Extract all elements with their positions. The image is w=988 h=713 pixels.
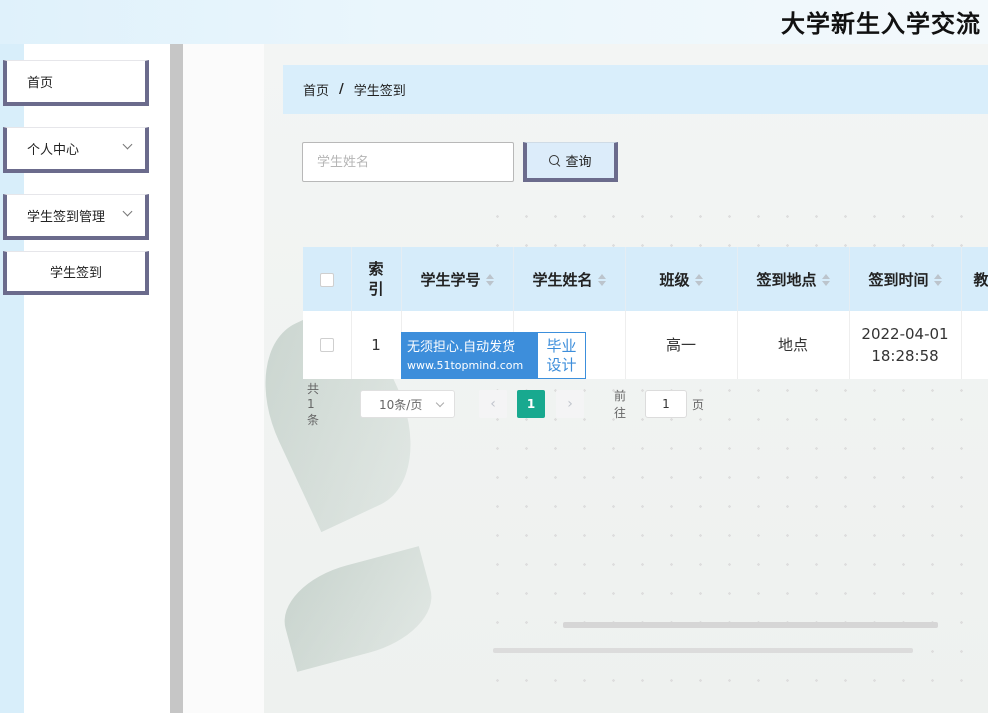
chevron-down-icon <box>122 139 133 150</box>
sidebar-item-label: 个人中心 <box>27 143 80 158</box>
chevron-down-icon <box>122 206 133 217</box>
search-button-label: 查询 <box>565 155 592 170</box>
sort-icon[interactable] <box>485 274 494 286</box>
sidebar-item-label: 首页 <box>27 76 54 91</box>
cell-class: 高一 <box>625 311 738 379</box>
app-title: 大学新生入学交流 <box>781 10 981 38</box>
background-shelf <box>563 622 938 628</box>
cell-truncated <box>961 311 988 379</box>
watermark-badge: 无须担心.自动发货 www.51topmind.com 毕业 设计 <box>401 332 586 379</box>
student-name-search-input[interactable] <box>302 142 514 182</box>
sidebar-item-student-checkin[interactable]: 学生签到 <box>3 251 149 295</box>
goto-suffix: 页 <box>692 397 705 412</box>
prev-page-button[interactable]: ‹ <box>479 390 507 418</box>
breadcrumb-current: 学生签到 <box>353 84 406 99</box>
goto-page-input[interactable]: 1 <box>645 390 687 418</box>
watermark-badge-line1: 毕业 <box>546 336 577 355</box>
breadcrumb: 首页 / 学生签到 <box>283 65 988 114</box>
cell-location: 地点 <box>737 311 850 379</box>
row-select-cell[interactable] <box>303 311 352 379</box>
select-all-checkbox[interactable] <box>319 272 334 287</box>
search-icon <box>549 155 560 166</box>
watermark-badge-line2: 设计 <box>546 355 577 374</box>
column-header-student-no[interactable]: 学生学号 <box>401 247 514 311</box>
cell-time-clock: 18:28:58 <box>871 346 939 365</box>
top-header: 大学新生入学交流 <box>0 0 988 44</box>
chevron-right-icon: › <box>567 396 573 412</box>
next-page-button[interactable]: › <box>556 390 584 418</box>
cell-time-date: 2022-04-01 <box>861 324 949 343</box>
column-header-class[interactable]: 班级 <box>625 247 738 311</box>
row-checkbox[interactable] <box>319 338 334 353</box>
sidebar-item-label: 学生签到管理 <box>27 210 106 225</box>
select-all-cell[interactable] <box>303 247 352 311</box>
cell-time: 2022-04-01 18:28:58 <box>849 311 962 379</box>
pagination-total: 共 1 条 <box>307 382 319 427</box>
sort-icon[interactable] <box>694 274 703 286</box>
sidebar-item-checkin-management[interactable]: 学生签到管理 <box>3 194 149 240</box>
breadcrumb-home[interactable]: 首页 <box>303 80 329 99</box>
watermark-text: 无须担心.自动发货 <box>407 339 516 355</box>
page-size-value: 10条/页 <box>379 397 423 412</box>
cell-index: 1 <box>351 311 402 379</box>
page-number-current[interactable]: 1 <box>517 390 545 418</box>
watermark-url: www.51topmind.com <box>407 358 524 372</box>
goto-prefix: 前往 <box>614 389 627 420</box>
sidebar-divider <box>170 44 183 713</box>
page-size-select[interactable]: 10条/页 <box>360 390 455 418</box>
chevron-left-icon: ‹ <box>490 396 496 412</box>
sort-icon[interactable] <box>821 274 830 286</box>
sidebar-item-home[interactable]: 首页 <box>3 60 149 106</box>
sort-icon[interactable] <box>597 274 606 286</box>
sidebar-item-personal-center[interactable]: 个人中心 <box>3 127 149 173</box>
sidebar-item-label: 学生签到 <box>49 266 102 281</box>
column-header-student-name[interactable]: 学生姓名 <box>513 247 626 311</box>
search-button[interactable]: 查询 <box>523 142 618 182</box>
chevron-down-icon <box>435 398 445 408</box>
column-header-index: 索引 <box>351 247 402 311</box>
breadcrumb-separator: / <box>339 82 344 97</box>
sort-icon[interactable] <box>933 274 942 286</box>
table-header-row: 索引 学生学号 学生姓名 班级 签到地点 签到时间 教 <box>303 247 988 311</box>
column-header-location[interactable]: 签到地点 <box>737 247 850 311</box>
column-header-time[interactable]: 签到时间 <box>849 247 962 311</box>
background-shelf <box>493 648 913 653</box>
column-header-truncated: 教 <box>961 247 988 311</box>
